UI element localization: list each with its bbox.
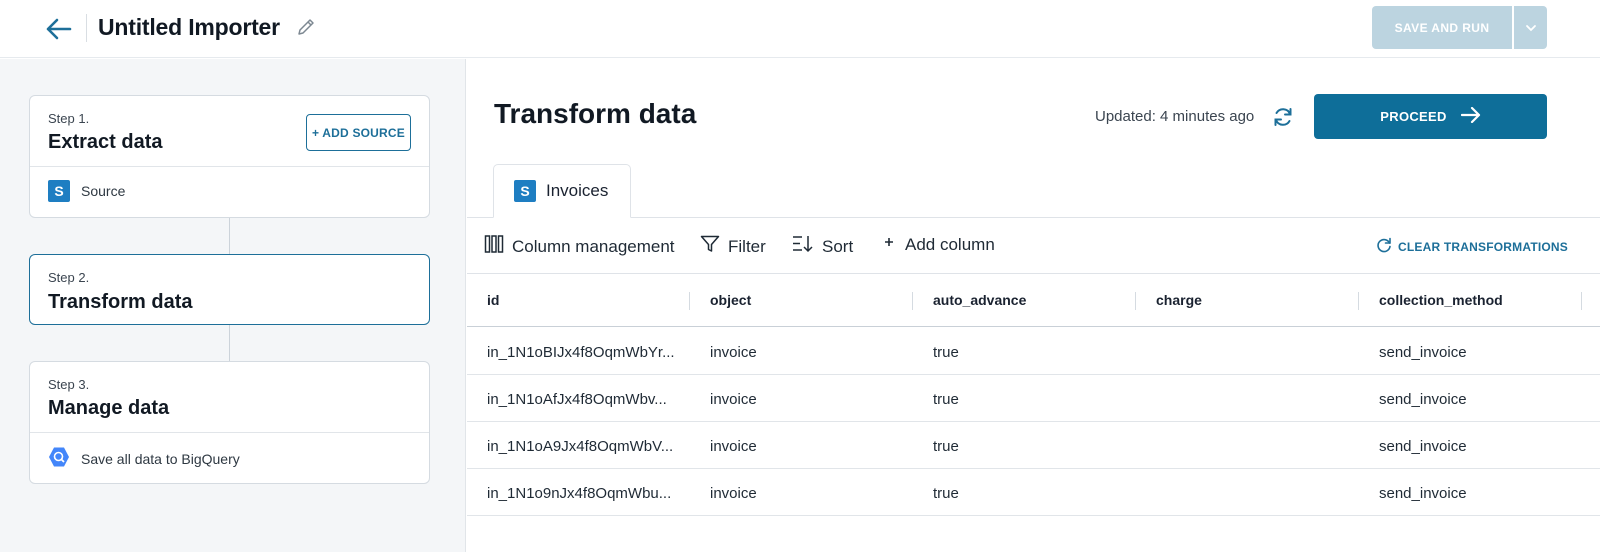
table-row[interactable]: in_1N1oBIJx4f8OqmWbYr... invoice true se… (467, 328, 1600, 375)
table-header: id object auto_advance charge collection… (467, 273, 1600, 327)
pencil-icon[interactable] (296, 17, 318, 39)
refresh-icon (1376, 237, 1392, 256)
stripe-icon: S (48, 180, 70, 202)
stripe-icon: S (514, 180, 536, 202)
chevron-down-icon (1525, 19, 1537, 37)
columns-icon (484, 234, 504, 259)
proceed-button[interactable]: PROCEED (1314, 94, 1547, 139)
step-connector (229, 325, 230, 361)
column-header[interactable]: id (487, 292, 499, 308)
column-resize-handle[interactable] (912, 292, 913, 310)
destination-label: Save all data to BigQuery (81, 450, 240, 467)
cell-id: in_1N1o9nJx4f8OqmWbu... (487, 485, 672, 502)
step-label: Step 1. (48, 111, 90, 126)
add-column-label: Add column (905, 234, 995, 254)
sort-label: Sort (822, 236, 854, 256)
plus-icon (881, 234, 897, 255)
cell-auto-advance: true (933, 391, 959, 408)
step-card-transform[interactable]: Step 2. Transform data (29, 254, 430, 325)
step-card-manage: Step 3. Manage data Save all data to Big… (29, 361, 430, 484)
column-header[interactable]: object (710, 292, 751, 308)
arrow-right-icon (1460, 106, 1481, 126)
cell-collection-method: send_invoice (1379, 438, 1467, 455)
column-management-label: Column management (512, 236, 675, 256)
header-divider (86, 14, 87, 42)
clear-transformations-button[interactable]: CLEAR TRANSFORMATIONS (1376, 237, 1568, 256)
page-title: Transform data (494, 98, 697, 129)
updated-timestamp: Updated: 4 minutes ago (1095, 108, 1255, 125)
column-resize-handle[interactable] (1581, 292, 1582, 310)
source-item[interactable]: S Source (48, 180, 125, 202)
destination-item[interactable]: Save all data to BigQuery (48, 446, 240, 471)
column-header[interactable]: collection_method (1379, 292, 1503, 308)
bigquery-icon (48, 446, 70, 471)
cell-object: invoice (710, 391, 757, 408)
step-title: Manage data (48, 397, 170, 419)
table-toolbar: Column management Filter Sort Add column… (467, 218, 1600, 272)
cell-object: invoice (710, 344, 757, 361)
table-row[interactable]: in_1N1oA9Jx4f8OqmWbV... invoice true sen… (467, 422, 1600, 469)
cell-collection-method: send_invoice (1379, 344, 1467, 361)
back-arrow-icon[interactable] (44, 14, 74, 44)
proceed-label: PROCEED (1380, 109, 1447, 124)
column-resize-handle[interactable] (1135, 292, 1136, 310)
column-management-button[interactable]: Column management (484, 234, 675, 259)
importer-title: Untitled Importer (98, 14, 280, 40)
sort-icon (792, 234, 814, 259)
cell-id: in_1N1oBIJx4f8OqmWbYr... (487, 344, 675, 361)
filter-icon (700, 234, 720, 259)
filter-label: Filter (728, 236, 766, 256)
step-title: Transform data (48, 291, 193, 313)
column-header[interactable]: charge (1156, 292, 1202, 308)
filter-button[interactable]: Filter (700, 234, 766, 259)
top-header: Untitled Importer SAVE AND RUN (0, 0, 1600, 58)
tab-invoices[interactable]: S Invoices (493, 164, 631, 218)
tab-label: Invoices (546, 181, 609, 200)
source-label: Source (81, 183, 126, 199)
save-and-run-button[interactable]: SAVE AND RUN (1372, 6, 1512, 49)
cell-id: in_1N1oAfJx4f8OqmWbv... (487, 391, 667, 408)
column-resize-handle[interactable] (1358, 292, 1359, 310)
step-connector (229, 218, 230, 254)
column-resize-handle[interactable] (689, 292, 690, 310)
clear-transformations-label: CLEAR TRANSFORMATIONS (1398, 239, 1568, 254)
step-label: Step 2. (48, 270, 90, 285)
cell-collection-method: send_invoice (1379, 391, 1467, 408)
cell-object: invoice (710, 438, 757, 455)
divider (30, 166, 429, 167)
table-row[interactable]: in_1N1oAfJx4f8OqmWbv... invoice true sen… (467, 375, 1600, 422)
sort-button[interactable]: Sort (792, 234, 853, 259)
step-label: Step 3. (48, 377, 90, 392)
cell-object: invoice (710, 485, 757, 502)
add-source-button[interactable]: + ADD SOURCE (306, 114, 411, 151)
step-card-extract: Step 1. Extract data + ADD SOURCE S Sour… (29, 95, 430, 218)
cell-auto-advance: true (933, 485, 959, 502)
refresh-icon[interactable] (1272, 106, 1294, 128)
step-title: Extract data (48, 131, 163, 153)
cell-auto-advance: true (933, 344, 959, 361)
table-row[interactable]: in_1N1o9nJx4f8OqmWbu... invoice true sen… (467, 469, 1600, 516)
save-run-dropdown-button[interactable] (1514, 6, 1547, 49)
column-header[interactable]: auto_advance (933, 292, 1026, 308)
divider (30, 432, 429, 433)
add-column-button[interactable]: Add column (881, 234, 995, 255)
cell-collection-method: send_invoice (1379, 485, 1467, 502)
cell-id: in_1N1oA9Jx4f8OqmWbV... (487, 438, 674, 455)
cell-auto-advance: true (933, 438, 959, 455)
